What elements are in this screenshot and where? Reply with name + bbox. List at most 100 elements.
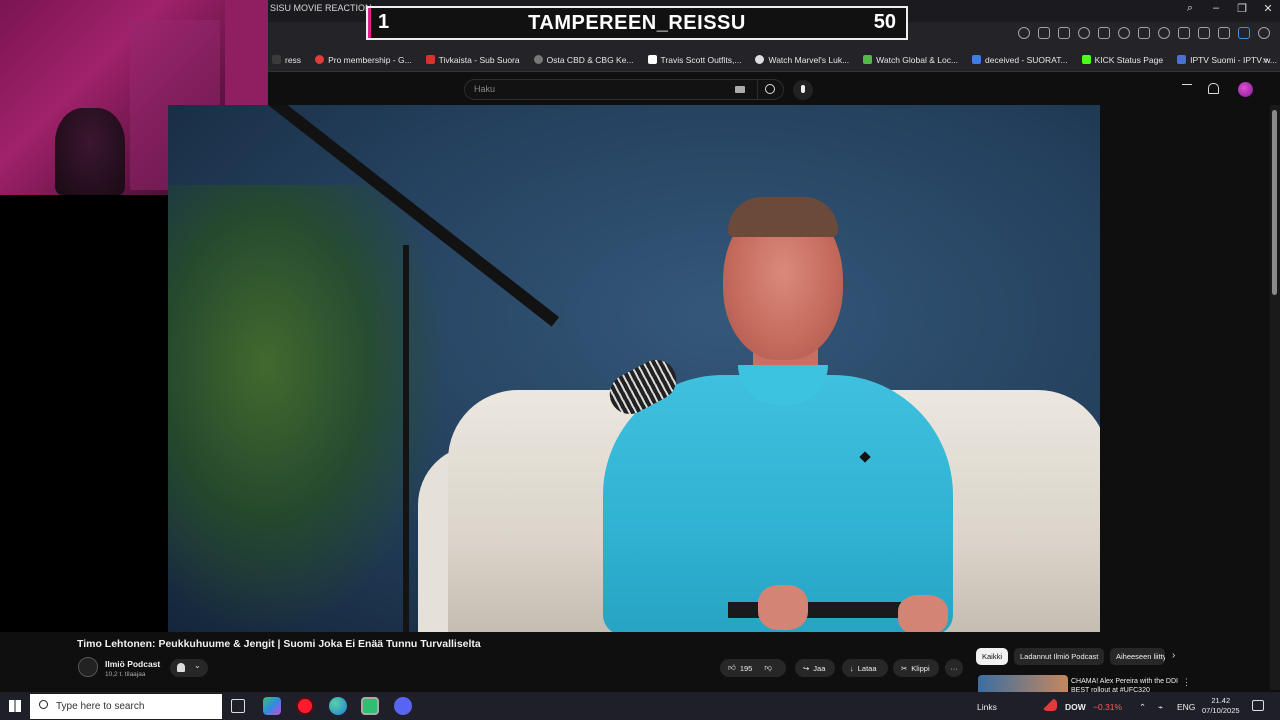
chevron-right-icon[interactable]: ›	[1172, 650, 1175, 661]
thumbs-down-icon[interactable]: 👎︎	[764, 663, 772, 673]
download-label: Lataa	[857, 663, 877, 673]
bookmark-icon	[533, 55, 543, 64]
left-black-area	[0, 195, 168, 632]
edge-icon[interactable]	[329, 697, 347, 715]
bookmarks-more-button[interactable]: »	[1262, 55, 1268, 66]
right-empty-area	[1100, 105, 1270, 632]
task-view-icon[interactable]	[231, 699, 245, 713]
bookmark-label: deceived - SUORAT...	[985, 54, 1068, 65]
video-person-hair	[728, 197, 838, 237]
taskbar-search-placeholder: Type here to search	[56, 701, 145, 712]
video-player[interactable]	[168, 105, 1100, 632]
bookmark-icon	[1081, 55, 1091, 64]
bookmark-item[interactable]: Pro membership - G...	[315, 55, 412, 65]
search-icon	[39, 700, 48, 709]
notification-icon[interactable]	[1252, 700, 1264, 711]
stream-overlay: TAMPEREEN_REISSU 1 50	[366, 6, 908, 40]
menu-icon[interactable]	[1198, 27, 1210, 39]
video-person-hand	[758, 585, 808, 630]
bookmark-item[interactable]: Watch Marvel's Luk...	[755, 55, 849, 65]
vpn-icon[interactable]	[1118, 27, 1130, 39]
video-title: Timo Lehtonen: Peukkuhuume & Jengit | Su…	[77, 638, 481, 650]
more-vertical-icon[interactable]: ⋮	[1182, 677, 1191, 688]
chip-all[interactable]: Kaikki	[976, 648, 1009, 665]
language-indicator[interactable]: ENG	[1177, 702, 1195, 712]
search-placeholder: Haku	[474, 84, 496, 94]
network-icon[interactable]: ⌁	[1158, 702, 1163, 713]
minimize-icon[interactable]: –	[1210, 2, 1222, 15]
thumbs-up-icon: 👍︎	[728, 663, 736, 672]
bookmark-icon	[647, 55, 657, 64]
overlay-left-number: 1	[378, 11, 390, 33]
search-button[interactable]	[757, 79, 784, 100]
bookmark-item[interactable]: deceived - SUORAT...	[972, 55, 1068, 65]
edit-icon[interactable]	[1038, 27, 1050, 39]
bell-icon[interactable]	[1208, 83, 1219, 94]
ticker-name[interactable]: DOW	[1065, 702, 1086, 712]
bookmark-item[interactable]: ress	[272, 55, 301, 65]
bookmark-icon	[755, 55, 765, 64]
bookmark-label: ress	[285, 54, 302, 65]
channel-avatar[interactable]	[78, 657, 98, 677]
bookmark-item[interactable]: Travis Scott Outfits,...	[647, 55, 741, 65]
share-label: Jaa	[813, 663, 826, 673]
scrollbar-thumb[interactable]	[1272, 110, 1277, 295]
settings-icon[interactable]	[1078, 27, 1090, 39]
browser-tab-title[interactable]: SISU MOVIE REACTION -	[270, 3, 377, 13]
discord-icon[interactable]	[394, 697, 412, 715]
copilot-icon[interactable]	[263, 697, 281, 715]
bookmark-label: KICK Status Page	[1094, 54, 1164, 65]
chip-channel[interactable]: Ladannut Ilmiö Podcast	[1014, 648, 1105, 665]
opera-gx-icon[interactable]	[296, 697, 314, 715]
windows-start-icon[interactable]	[9, 700, 21, 712]
download-button[interactable]: ↓ Lataa	[842, 659, 888, 677]
restore-icon[interactable]: ❐	[1236, 2, 1248, 15]
scissors-icon: ✂	[901, 663, 908, 673]
channel-name[interactable]: Ilmiö Podcast	[105, 659, 160, 669]
close-icon[interactable]: ✕	[1262, 2, 1274, 15]
bookmark-item[interactable]: Watch Global & Loc...	[863, 55, 958, 65]
like-button[interactable]: 👍︎ 195 👎︎	[720, 659, 786, 677]
chevron-up-icon[interactable]: ⌃	[1139, 702, 1146, 713]
chevron-down-icon: ⌄	[194, 661, 201, 670]
window-controls: ⌕ – ❐ ✕	[1184, 2, 1274, 15]
taskbar-clock[interactable]: 21.42 07/10/2025	[1202, 696, 1240, 716]
keyboard-icon[interactable]	[735, 86, 745, 93]
app-icon[interactable]	[361, 697, 379, 715]
account-avatar[interactable]	[1238, 82, 1253, 97]
channel-subscribers: 10,2 t. tilaajaa	[105, 671, 146, 678]
webcam-person	[55, 108, 125, 195]
video-mic-stand	[403, 245, 409, 632]
bookmark-icon	[272, 55, 281, 64]
search-icon[interactable]: ⌕	[1184, 2, 1196, 15]
bookmark-icon	[315, 55, 325, 64]
microphone-icon[interactable]	[793, 80, 813, 100]
overlay-title: TAMPEREEN_REISSU	[528, 12, 746, 34]
bookmarks-bar: ress Pro membership - G... Tivkaista - S…	[268, 48, 1280, 72]
share-button[interactable]: ↪ Jaa	[795, 659, 835, 677]
share-icon: ↪	[803, 663, 810, 673]
play-icon[interactable]	[1138, 27, 1150, 39]
download-icon: ↓	[850, 663, 854, 673]
clip-button[interactable]: ✂ Klippi	[893, 659, 939, 677]
subscribed-button[interactable]	[170, 659, 208, 677]
bookmark-icon	[863, 55, 873, 64]
bookmark-label: Tivkaista - Sub Suora	[438, 54, 520, 65]
wallet-icon[interactable]	[1258, 27, 1270, 39]
download-icon[interactable]	[1178, 27, 1190, 39]
bookmark-item[interactable]: Tivkaista - Sub Suora	[425, 54, 520, 65]
clock-date: 07/10/2025	[1202, 706, 1240, 715]
more-actions-button[interactable]: ···	[945, 659, 963, 677]
links-toolbar[interactable]: Links	[977, 702, 997, 712]
zoom-icon[interactable]	[1018, 27, 1030, 39]
lock-icon[interactable]	[1218, 27, 1230, 39]
bookmark-icon	[1177, 55, 1187, 64]
upload-icon[interactable]	[1182, 84, 1192, 94]
chip-related[interactable]: Aiheeseen liittyvät	[1110, 648, 1165, 665]
bookmark-item[interactable]: KICK Status Page	[1081, 54, 1164, 65]
heart-icon[interactable]	[1158, 27, 1170, 39]
home-icon[interactable]	[1058, 27, 1070, 39]
bookmark-item[interactable]: Osta CBD & CBG Ke...	[533, 55, 634, 65]
extension-icon[interactable]	[1098, 27, 1110, 39]
browser-ai-icon[interactable]	[1238, 27, 1250, 39]
